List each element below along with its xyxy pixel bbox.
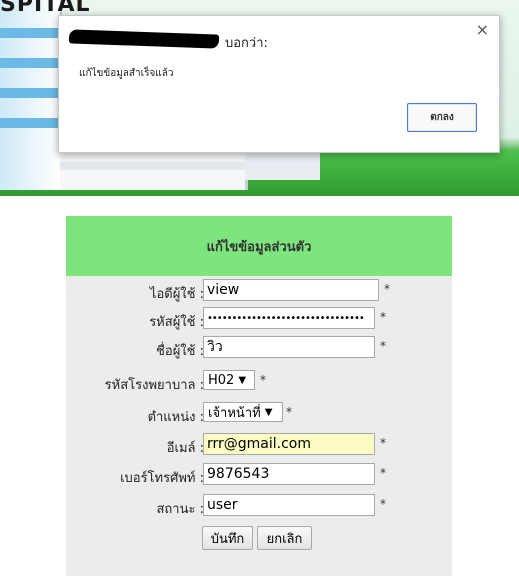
dialog-origin-text: บอกว่า: [225, 36, 268, 51]
password-input[interactable]: •••••••••••••••••••••••••••••••• [203, 307, 375, 329]
required-mark: * [380, 436, 386, 450]
banner-building-mid [60, 150, 248, 190]
form-title: แก้ไขข้อมูลส่วนตัว [66, 216, 452, 276]
profile-form: แก้ไขข้อมูลส่วนตัว ไอดีผู้ใช้ : view * ร… [66, 216, 452, 576]
row-user-id: ไอดีผู้ใช้ : view * [66, 279, 452, 303]
row-email: อีเมล์ : rrr@gmail.com * [66, 433, 452, 457]
position-select[interactable]: เจ้าหน้าที่ ▼ [203, 402, 283, 422]
row-phone: เบอร์โทรศัพท์ : 9876543 * [66, 463, 452, 487]
dialog-message: แก้ไขข้อมูลสำเร็จแล้ว [79, 68, 174, 79]
required-mark: * [260, 373, 266, 387]
email-input[interactable]: rrr@gmail.com [203, 433, 375, 455]
user-id-label: ไอดีผู้ใช้ : [149, 287, 204, 302]
banner-building-right [245, 150, 320, 180]
status-label: สถานะ : [156, 502, 205, 517]
row-password: รหัสผู้ใช้ : •••••••••••••••••••••••••••… [66, 307, 452, 331]
row-position: ตำแหน่ง : เจ้าหน้าที่ ▼ * [66, 402, 452, 426]
row-status: สถานะ : user * [66, 494, 452, 518]
required-mark: * [286, 405, 292, 419]
hospital-code-label: รหัสโรงพยาบาล : [104, 378, 204, 393]
alert-dialog: บอกว่า: × แก้ไขข้อมูลสำเร็จแล้ว ตกลง [58, 15, 500, 153]
hospital-code-select[interactable]: H02 ▼ [203, 370, 255, 390]
row-hospital-code: รหัสโรงพยาบาล : H02 ▼ * [66, 370, 452, 394]
required-mark: * [380, 497, 386, 511]
required-mark: * [384, 282, 390, 296]
username-label: ชื่อผู้ใช้ : [156, 344, 204, 359]
banner-building-left [0, 0, 62, 190]
hospital-code-value: H02 [208, 372, 235, 388]
required-mark: * [380, 466, 386, 480]
phone-label: เบอร์โทรศัพท์ : [120, 471, 204, 486]
required-mark: * [380, 339, 386, 353]
position-label: ตำแหน่ง : [147, 410, 204, 425]
user-id-input[interactable]: view [203, 279, 379, 301]
password-label: รหัสผู้ใช้ : [149, 315, 204, 330]
chevron-down-icon: ▼ [238, 374, 247, 386]
save-button[interactable]: บันทึก [202, 526, 253, 550]
chevron-down-icon: ▼ [264, 406, 273, 418]
redacted-origin [68, 29, 220, 49]
username-input[interactable]: วิว [203, 336, 375, 358]
row-username: ชื่อผู้ใช้ : วิว * [66, 336, 452, 360]
email-label: อีเมล์ : [166, 441, 204, 456]
ok-button[interactable]: ตกลง [407, 103, 477, 132]
position-value: เจ้าหน้าที่ [208, 405, 261, 421]
close-icon[interactable]: × [476, 22, 489, 38]
required-mark: * [380, 310, 386, 324]
cancel-button[interactable]: ยกเลิก [257, 526, 312, 550]
phone-input[interactable]: 9876543 [203, 463, 375, 485]
status-input[interactable]: user [203, 494, 375, 516]
